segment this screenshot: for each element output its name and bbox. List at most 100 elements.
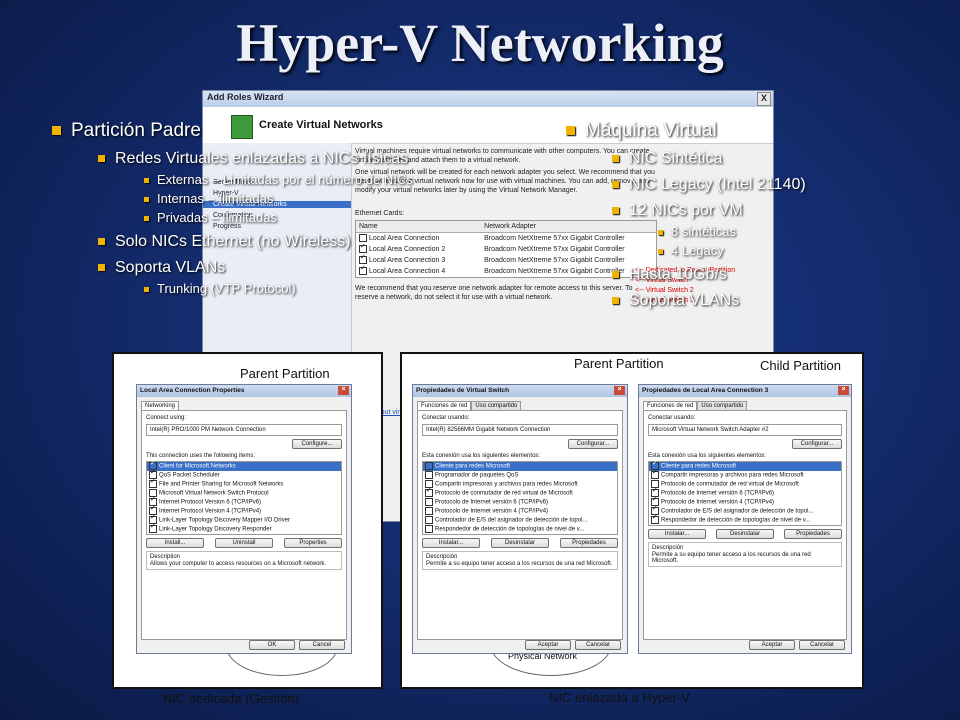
list-item[interactable]: Client for Microsoft Networks: [147, 459, 341, 471]
description-label: Descripción: [426, 554, 458, 560]
list-item[interactable]: Protocolo de Internet versión 6 (TCP/IPv…: [649, 486, 841, 498]
list-item[interactable]: QoS Packet Scheduler: [147, 468, 341, 480]
list-item[interactable]: Protocolo de conmutador de red virtual d…: [649, 480, 841, 489]
checkbox[interactable]: [425, 525, 433, 533]
dialog-titlebar: Propiedades de Virtual Switch ×: [413, 385, 627, 397]
dialog-tab[interactable]: Uso compartido: [471, 401, 522, 410]
list-item[interactable]: Protocolo de conmutador de red virtual d…: [423, 486, 617, 498]
cancel-button[interactable]: Cancelar: [799, 640, 845, 650]
list-item[interactable]: Cliente para redes Microsoft: [423, 462, 617, 471]
action-button[interactable]: Properties: [284, 538, 342, 548]
configure-button[interactable]: Configurar...: [568, 439, 618, 449]
bullet-icon: [612, 297, 619, 305]
dialog-titlebar: Propiedades de Local Area Connection 3 ×: [639, 385, 851, 397]
checkbox[interactable]: [425, 462, 433, 470]
right-heading: Máquina Virtual: [566, 120, 806, 142]
description-box: Descripción Permite a su equipo tener acc…: [422, 551, 618, 570]
list-item[interactable]: Compartir impresoras y archivos para red…: [649, 468, 841, 480]
checkbox[interactable]: [651, 468, 659, 479]
bullet-item: Hasta 10Gb/s: [612, 266, 806, 284]
bullet-icon: [98, 155, 105, 163]
action-button[interactable]: Desinstalar: [716, 529, 774, 539]
action-button[interactable]: Propiedades: [784, 529, 842, 539]
list-item[interactable]: Microsoft Virtual Network Switch Protoco…: [147, 489, 341, 498]
action-button[interactable]: Install...: [146, 538, 204, 548]
list-item[interactable]: Protocolo de Internet versión 6 (TCP/IPv…: [423, 498, 617, 507]
configure-button[interactable]: Configure...: [292, 439, 342, 449]
checkbox[interactable]: [425, 486, 433, 497]
ok-button[interactable]: Aceptar: [749, 640, 795, 650]
bullet-icon: [98, 238, 105, 246]
action-button[interactable]: Desinstalar: [491, 538, 549, 548]
wizard-title: Add Roles Wizard: [207, 92, 284, 102]
ok-button[interactable]: OK: [249, 640, 295, 650]
description-text: Allows your computer to access resources…: [150, 561, 327, 567]
checkbox[interactable]: [149, 477, 157, 488]
left-bullets: Partición Padre Redes Virtuales enlazada…: [52, 120, 413, 296]
action-button[interactable]: Propiedades: [560, 538, 618, 548]
description-label: Description: [150, 554, 181, 560]
description-text: Permite a su equipo tener acceso a los r…: [652, 552, 811, 564]
dialog-tab[interactable]: Funciones de red: [643, 401, 698, 410]
adapter-field: Intel(R) 82566MM Gigabit Network Connect…: [422, 424, 618, 436]
checkbox[interactable]: [425, 471, 433, 479]
bullet-item: Redes Virtuales enlazadas a NICs físicas: [98, 150, 413, 168]
dialog-body: Connect using: Intel(R) PRO/1000 PM Netwo…: [141, 410, 347, 640]
description-text: Permite a su equipo tener acceso a los r…: [426, 561, 613, 567]
close-icon[interactable]: ×: [338, 386, 349, 395]
list-item[interactable]: Internet Protocol Version 4 (TCP/IPv4): [147, 504, 341, 516]
configure-button[interactable]: Configurar...: [792, 439, 842, 449]
list-item[interactable]: Controlador de E/S del asignador de dete…: [423, 516, 617, 525]
connect-using-label: Connect using:: [146, 415, 187, 421]
checkbox[interactable]: [149, 522, 157, 533]
action-button[interactable]: Instalar...: [422, 538, 480, 548]
connect-using-label: Conectar usando:: [648, 415, 696, 421]
dialog-tab[interactable]: Funciones de red: [417, 401, 472, 410]
action-button[interactable]: Uninstall: [215, 538, 273, 548]
bullet-item: Solo NICs Ethernet (no Wireless): [98, 233, 413, 251]
adapter-field: Microsoft Virtual Network Switch Adapter…: [648, 424, 842, 436]
description-box: Descripción Permite a su equipo tener acc…: [648, 542, 842, 567]
bullet-item: Soporta VLANs: [612, 292, 806, 310]
description-label: Descripción: [652, 545, 684, 551]
dialog-tab[interactable]: Uso compartido: [697, 401, 748, 410]
list-item[interactable]: Protocolo de Internet versión 4 (TCP/IPv…: [423, 507, 617, 516]
bullet-item: 12 NICs por VM: [612, 202, 806, 220]
checkbox[interactable]: [651, 513, 659, 524]
items-label: Esta conexión usa los siguientes element…: [648, 453, 767, 459]
dialog-body: Conectar usando: Intel(R) 82566MM Gigabit…: [417, 410, 623, 640]
bullet-item: Trunking (VTP Protocol): [144, 281, 413, 296]
list-item[interactable]: Programador de paquetes QoS: [423, 471, 617, 480]
close-icon[interactable]: ×: [838, 386, 849, 395]
connect-using-label: Conectar usando:: [422, 415, 470, 421]
bullet-item: 4 Legacy: [658, 243, 806, 258]
checkbox[interactable]: [425, 516, 433, 524]
local-area-connection-dialog: Local Area Connection Properties × Network…: [136, 384, 352, 654]
cancel-button[interactable]: Cancel: [299, 640, 345, 650]
items-label: This connection uses the following items…: [146, 453, 256, 459]
bullet-item: Externas – Limitadas por el número de NI…: [144, 172, 413, 187]
dialog-tab[interactable]: Networking: [141, 401, 180, 410]
list-item[interactable]: Protocolo de Internet versión 4 (TCP/IPv…: [649, 495, 841, 507]
list-item[interactable]: Link-Layer Topology Discovery Responder: [147, 522, 341, 534]
close-icon[interactable]: X: [757, 92, 771, 106]
ok-button[interactable]: Aceptar: [525, 640, 571, 650]
checkbox[interactable]: [425, 507, 433, 515]
list-item[interactable]: Respondedor de detección de topologías d…: [649, 513, 841, 525]
list-item[interactable]: Compartir impresoras y archivos para red…: [423, 480, 617, 489]
list-item[interactable]: Internet Protocol Version 6 (TCP/IPv6): [147, 495, 341, 507]
bullet-icon: [658, 249, 663, 255]
close-icon[interactable]: ×: [614, 386, 625, 395]
list-item[interactable]: Respondedor de detección de topologías d…: [423, 525, 617, 534]
checkbox[interactable]: [425, 498, 433, 506]
cancel-button[interactable]: Cancelar: [575, 640, 621, 650]
list-item[interactable]: File and Printer Sharing for Microsoft N…: [147, 477, 341, 489]
list-item[interactable]: Link-Layer Topology Discovery Mapper I/O…: [147, 513, 341, 525]
dialog-titlebar: Local Area Connection Properties ×: [137, 385, 351, 397]
virtual-switch-dialog: Propiedades de Virtual Switch × Funciones …: [412, 384, 628, 654]
list-item[interactable]: Cliente para redes Microsoft: [649, 459, 841, 471]
list-item[interactable]: Controlador de E/S del asignador de dete…: [649, 504, 841, 516]
action-button[interactable]: Instalar...: [648, 529, 706, 539]
bullet-item: Privadas – Ilimitadas: [144, 210, 413, 225]
dialog-tabs: Networking: [141, 401, 347, 410]
